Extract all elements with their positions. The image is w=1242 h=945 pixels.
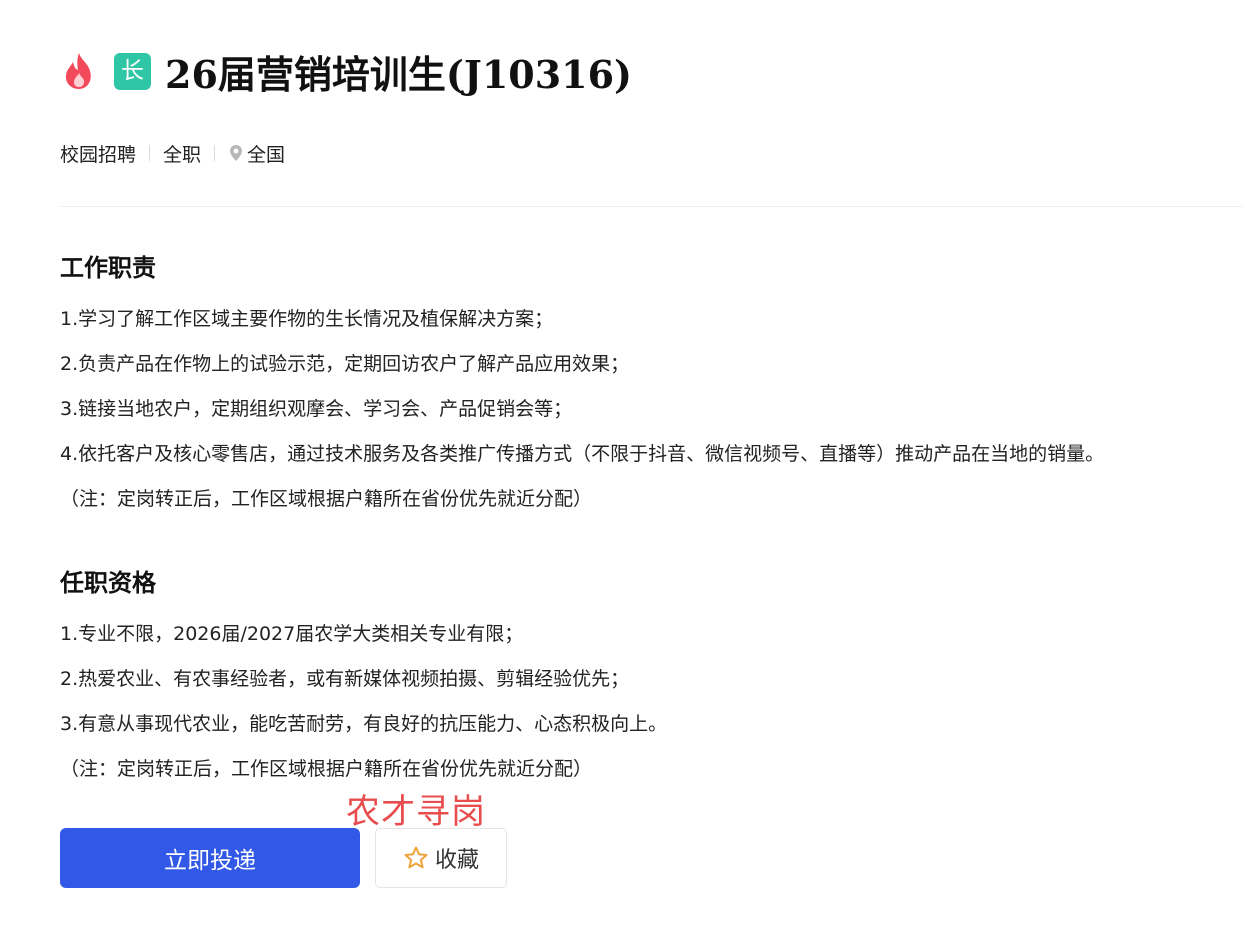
list-item: 2.负责产品在作物上的试验示范，定期回访农户了解产品应用效果； <box>60 353 630 375</box>
favorite-button[interactable]: 收藏 <box>375 828 507 888</box>
list-item: 2.热爱农业、有农事经验者，或有新媒体视频拍摄、剪辑经验优先； <box>60 668 630 690</box>
job-detail-page: 长 26届营销培训生(J10316) 校园招聘 全职 全国 工作职责 1.学习了… <box>0 0 1242 945</box>
meta-divider <box>149 145 151 161</box>
requirements-title: 任职资格 <box>60 569 156 597</box>
list-item: 1.专业不限，2026届/2027届农学大类相关专业有限； <box>60 623 524 645</box>
location: 全国 <box>247 143 286 166</box>
apply-button[interactable]: 立即投递 <box>60 828 360 888</box>
list-item: （注：定岗转正后，工作区域根据户籍所在省份优先就近分配） <box>60 758 593 780</box>
list-item: 3.链接当地农户，定期组织观摩会、学习会、产品促销会等； <box>60 398 573 420</box>
fire-icon <box>62 51 96 91</box>
list-item: 1.学习了解工作区域主要作物的生长情况及植保解决方案； <box>60 308 554 330</box>
favorite-label: 收藏 <box>434 848 479 873</box>
page-title: 26届营销培训生(J10316) <box>165 51 633 97</box>
map-pin-icon <box>228 144 244 162</box>
duties-list: 1.学习了解工作区域主要作物的生长情况及植保解决方案； 2.负责产品在作物上的试… <box>60 307 1230 532</box>
job-meta: 校园招聘 全职 全国 <box>60 138 285 168</box>
star-icon <box>403 845 429 871</box>
duties-title: 工作职责 <box>60 254 156 282</box>
meta-divider <box>214 145 216 161</box>
job-type: 全职 <box>163 143 202 166</box>
long-term-badge: 长 <box>114 52 151 90</box>
title-row: 长 26届营销培训生(J10316) <box>62 46 633 97</box>
requirements-list: 1.专业不限，2026届/2027届农学大类相关专业有限； 2.热爱农业、有农事… <box>60 622 1230 802</box>
watermark-text: 农才寻岗 <box>346 792 486 832</box>
recruit-type: 校园招聘 <box>60 143 137 166</box>
list-item: 3.有意从事现代农业，能吃苦耐劳，有良好的抗压能力、心态积极向上。 <box>60 713 668 735</box>
list-item: 4.依托客户及核心零售店，通过技术服务及各类推广传播方式（不限于抖音、微信视频号… <box>60 443 1105 465</box>
list-item: （注：定岗转正后，工作区域根据户籍所在省份优先就近分配） <box>60 488 593 510</box>
divider <box>60 206 1242 207</box>
